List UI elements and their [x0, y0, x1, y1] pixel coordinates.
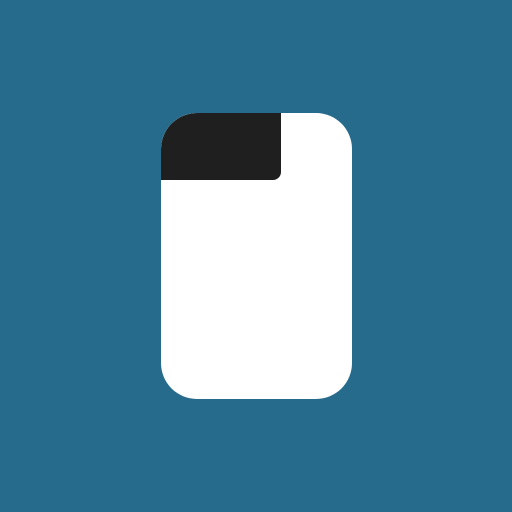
corner-block — [161, 113, 281, 180]
app-background — [0, 0, 512, 512]
document-page-icon — [161, 113, 352, 399]
